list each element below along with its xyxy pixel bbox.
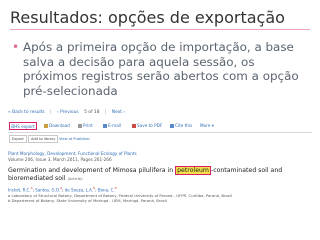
record-toolbar: BHS export Download Print E-mail Save to… <box>8 122 312 133</box>
download-button[interactable]: Download <box>44 123 70 128</box>
slide-title: Resultados: opções de exportação <box>10 8 285 27</box>
print-button[interactable]: Print <box>78 123 93 128</box>
export-button[interactable]: BHS export <box>9 122 37 130</box>
pdf-icon <box>132 124 136 128</box>
nav-separator: | <box>50 110 52 115</box>
save-pdf-button[interactable]: Save to PDF <box>132 123 162 128</box>
author-link[interactable]: Santos, G.O. <box>35 187 60 192</box>
author-link[interactable]: Inckot, R.C. <box>8 187 31 192</box>
affiliation-line: b Department of Botany, State University… <box>8 198 167 203</box>
author-list: Inckot, R.C.a; Santos, G.O.a; de Souza, … <box>8 186 117 193</box>
title-divider <box>10 29 310 30</box>
author-link[interactable]: de Souza, L.A. <box>65 187 93 192</box>
bullet-text: Após a primeira opção de importação, a b… <box>23 40 299 98</box>
author-link[interactable]: Bona, C. <box>98 187 115 192</box>
download-icon <box>44 124 48 128</box>
more-label: More <box>200 123 211 128</box>
save-pdf-label: Save to PDF <box>137 123 163 128</box>
journal-info: Plant Morphology, Development, Functiona… <box>8 151 312 162</box>
previous-link[interactable]: ‹ Previous <box>57 110 79 115</box>
author-affiliation-mark: a <box>60 186 63 190</box>
author-affiliation-mark: a <box>30 186 33 190</box>
print-icon <box>78 124 82 128</box>
print-label: Print <box>83 123 93 128</box>
record-navigation: « Back to results | ‹ Previous 5 of 18 |… <box>8 110 312 120</box>
export-small-button[interactable]: Export <box>9 135 27 143</box>
database-record-screenshot: « Back to results | ‹ Previous 5 of 18 |… <box>8 107 312 235</box>
cite-icon <box>170 124 174 128</box>
article-title-start: Germination and development of Mimosa pi… <box>8 167 176 174</box>
email-icon <box>103 124 107 128</box>
journal-volume: Volume 206, Issue 3, March 2011, Pages 2… <box>8 156 112 162</box>
article-title: Germination and development of Mimosa pi… <box>8 166 308 183</box>
more-menu-button[interactable]: More ▾ <box>200 123 214 128</box>
next-link[interactable]: Next › <box>112 110 125 115</box>
back-to-results-link[interactable]: « Back to results <box>8 110 45 115</box>
bullet-marker: • <box>12 40 20 54</box>
view-at-publisher-link[interactable]: View at Publisher <box>56 135 93 143</box>
add-to-library-button[interactable]: Add to library <box>28 135 59 143</box>
highlighted-search-term: petroleum <box>175 166 211 175</box>
email-button[interactable]: E-mail <box>103 123 121 128</box>
result-position: 5 of 18 <box>84 110 100 115</box>
download-label: Download <box>49 123 70 128</box>
chevron-down-icon: ▾ <box>210 123 214 128</box>
author-affiliation-mark: b <box>93 186 96 190</box>
author-affiliation-mark: a <box>114 186 117 190</box>
nav-separator: | <box>104 110 107 115</box>
cite-button[interactable]: Cite this <box>170 123 192 128</box>
cite-label: Cite this <box>175 123 193 128</box>
article-type: (Article) <box>67 176 83 181</box>
bullet-point: • Após a primeira opção de importação, a… <box>12 40 310 107</box>
email-label: E-mail <box>108 123 122 128</box>
